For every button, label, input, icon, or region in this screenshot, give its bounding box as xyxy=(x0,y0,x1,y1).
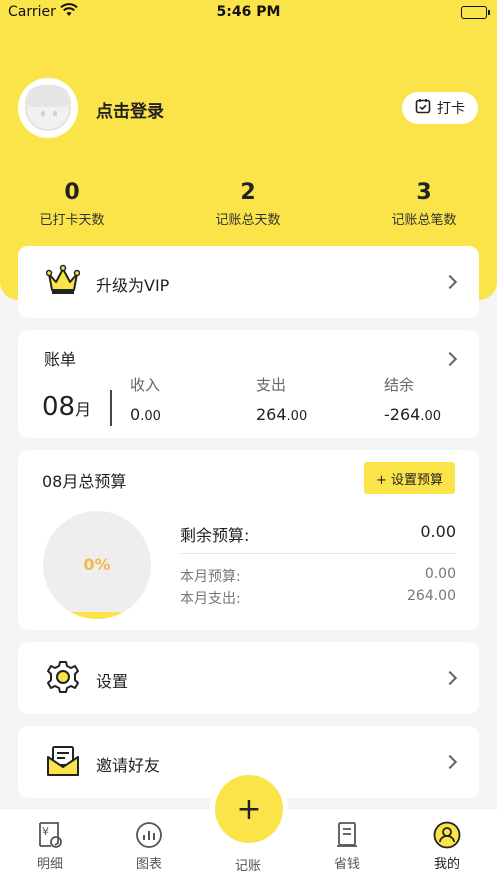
bill-month-number: 08 xyxy=(42,392,76,422)
stat-value: 3 xyxy=(416,180,432,205)
bill-title: 账单 xyxy=(44,350,77,369)
avatar-face-icon xyxy=(25,85,71,131)
settings-row[interactable]: 设置 xyxy=(18,642,479,714)
budget-title: 08月总预算 xyxy=(42,472,127,491)
bill-income-int: 0 xyxy=(130,405,141,424)
chevron-right-icon xyxy=(442,754,458,770)
chevron-right-icon xyxy=(442,351,458,367)
bill-balance-value: -264.00 xyxy=(384,405,441,424)
tab-label: 记账 xyxy=(234,859,261,874)
tab-save-money[interactable]: 省钱 xyxy=(317,821,377,872)
chevron-right-icon xyxy=(442,670,458,686)
checkin-label: 打卡 xyxy=(437,101,465,117)
tab-details[interactable]: ¥ 明细 xyxy=(20,821,80,872)
invite-label: 邀请好友 xyxy=(96,756,161,775)
chevron-right-icon xyxy=(442,274,458,290)
settings-label: 设置 xyxy=(96,672,129,691)
remaining-label: 剩余预算: xyxy=(180,526,250,545)
bill-balance: 结余 -264.00 xyxy=(384,374,441,424)
bill-expense-dec: .00 xyxy=(286,409,308,424)
bill-income-value: 0.00 xyxy=(130,405,161,424)
tab-label: 明细 xyxy=(36,857,63,872)
bill-divider xyxy=(110,390,112,426)
stat-checkin-days: 0 已打卡天数 xyxy=(12,180,132,228)
plus-icon: + xyxy=(236,791,262,827)
crown-icon xyxy=(45,264,81,300)
stat-label: 已打卡天数 xyxy=(39,213,105,228)
bill-card[interactable]: 账单 08月 收入 0.00 支出 264.00 结余 -264.00 xyxy=(18,330,479,438)
tab-charts[interactable]: 图表 xyxy=(119,821,179,872)
avatar[interactable] xyxy=(18,78,78,138)
budget-divider xyxy=(180,553,456,554)
tab-label: 图表 xyxy=(135,857,162,872)
bill-income-dec: .00 xyxy=(140,409,161,424)
stat-record-count: 3 记账总笔数 xyxy=(364,180,484,228)
vip-upgrade-row[interactable]: 升级为VIP xyxy=(18,246,479,318)
month-budget-label: 本月预算: xyxy=(180,569,241,585)
tab-mine[interactable]: 我的 xyxy=(417,821,477,872)
stat-label: 记账总笔数 xyxy=(391,213,457,228)
battery-icon xyxy=(461,6,490,19)
login-link[interactable]: 点击登录 xyxy=(96,97,164,122)
vip-label: 升级为VIP xyxy=(96,276,170,295)
ledger-icon xyxy=(337,822,357,847)
month-budget-value: 0.00 xyxy=(424,566,456,582)
set-budget-button[interactable]: + 设置预算 xyxy=(363,462,455,494)
gear-icon xyxy=(46,660,80,698)
tab-record[interactable]: 记账 xyxy=(218,851,278,874)
bill-expense-label: 支出 xyxy=(256,376,287,394)
budget-progress-ring: 0% xyxy=(43,511,151,619)
bill-expense: 支出 264.00 xyxy=(256,374,307,424)
chart-icon xyxy=(136,822,162,848)
tab-label: 我的 xyxy=(433,857,460,872)
tab-label: 省钱 xyxy=(333,857,360,872)
bill-expense-value: 264.00 xyxy=(256,405,307,424)
budget-card: 08月总预算 + 设置预算 0% 剩余预算: 0.00 本月预算: 0.00 本… xyxy=(18,450,479,630)
month-expense-value: 264.00 xyxy=(407,588,456,604)
stat-record-days: 2 记账总天数 xyxy=(188,180,308,228)
bill-income: 收入 0.00 xyxy=(130,374,161,424)
bill-expense-int: 264 xyxy=(256,405,287,424)
svg-text:¥: ¥ xyxy=(42,825,49,838)
add-record-button[interactable]: + xyxy=(215,775,283,843)
mail-icon xyxy=(46,744,80,782)
remaining-value: 0.00 xyxy=(420,522,456,541)
bill-balance-dec: .00 xyxy=(420,409,441,424)
bill-month: 08月 xyxy=(42,392,91,422)
bill-balance-int: -264 xyxy=(384,405,421,424)
stat-value: 0 xyxy=(64,180,80,205)
bill-month-unit: 月 xyxy=(75,400,92,419)
status-bar: Carrier 5:46 PM xyxy=(0,0,497,26)
receipt-icon: ¥ xyxy=(39,822,62,848)
stat-label: 记账总天数 xyxy=(215,213,281,228)
month-expense-label: 本月支出: xyxy=(180,591,241,607)
checkin-button[interactable]: 打卡 xyxy=(402,92,478,124)
stat-value: 2 xyxy=(240,180,256,205)
user-icon xyxy=(433,821,461,849)
calendar-icon xyxy=(415,98,431,118)
bill-balance-label: 结余 xyxy=(384,376,415,394)
status-time: 5:46 PM xyxy=(216,4,281,20)
budget-percent: 0% xyxy=(83,555,110,574)
bill-income-label: 收入 xyxy=(130,376,161,394)
